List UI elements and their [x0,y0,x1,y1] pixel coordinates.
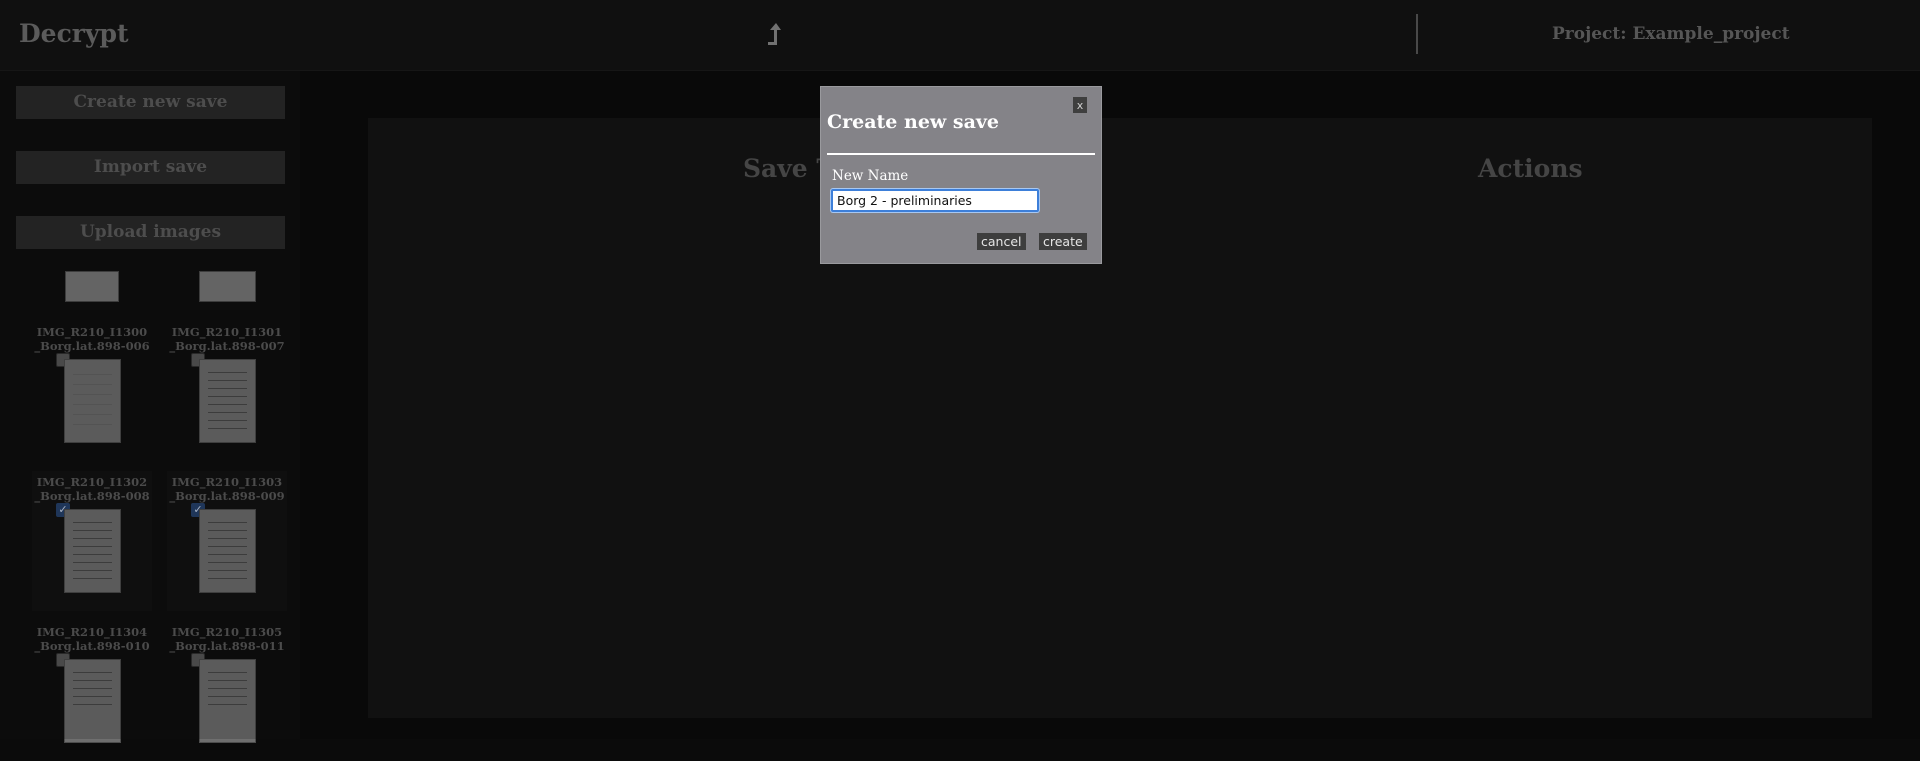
create-button[interactable]: create [1039,233,1087,250]
new-name-input[interactable] [831,189,1039,212]
new-name-label: New Name [832,168,909,184]
create-save-dialog: x Create new save New Name cancel create [820,86,1102,264]
dialog-title: Create new save [827,111,1000,133]
divider [827,153,1095,155]
cancel-button[interactable]: cancel [977,233,1026,250]
close-button[interactable]: x [1073,97,1087,113]
